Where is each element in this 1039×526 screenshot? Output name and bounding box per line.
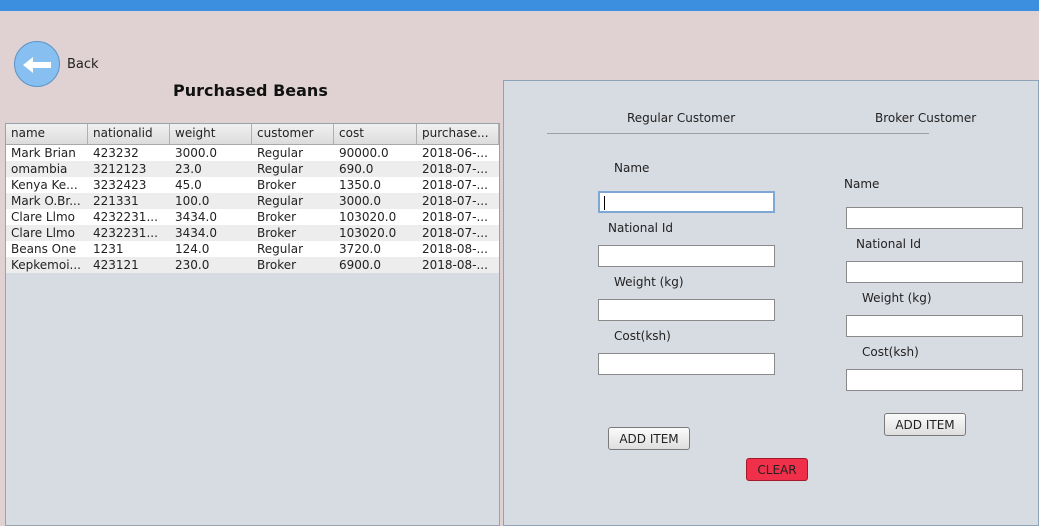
table-cell: 2018-07-...: [422, 178, 488, 192]
regular-cost-input[interactable]: [598, 353, 775, 375]
table-cell: 3000.0: [175, 146, 217, 160]
table-row[interactable]: Clare Llmo 4232231... 3434.0 Broker 103020.0…: [6, 209, 499, 225]
table-cell: 124.0: [175, 242, 210, 256]
table-cell: 690.0: [339, 162, 374, 176]
table-header: name nationalid weight customer cost pur…: [6, 124, 499, 145]
table-cell: 103020.0: [339, 226, 397, 240]
broker-name-label: Name: [844, 177, 880, 191]
broker-name-input[interactable]: [846, 207, 1023, 229]
table-cell: 2018-07-...: [422, 194, 488, 208]
add-purchase-panel: Regular Customer Broker Customer Name Na…: [503, 80, 1039, 526]
table-cell: Mark Brian: [11, 146, 76, 160]
column-header-weight[interactable]: weight: [170, 124, 252, 144]
arrow-left-icon: [23, 57, 51, 73]
table-row[interactable]: Mark Brian 423232 3000.0 Regular 90000.0 2018…: [6, 145, 499, 161]
regular-national-id-label: National Id: [608, 221, 673, 235]
table-cell: Mark O.Br...: [11, 194, 81, 208]
table-cell: 2018-07-...: [422, 162, 488, 176]
column-header-customer[interactable]: customer: [252, 124, 334, 144]
table-cell: 3434.0: [175, 210, 217, 224]
table-row[interactable]: Clare Llmo 4232231... 3434.0 Broker 103020.0…: [6, 225, 499, 241]
column-header-nationalid[interactable]: nationalid: [88, 124, 170, 144]
table-row[interactable]: Beans One 1231 124.0 Regular 3720.0 2018-08-.…: [6, 241, 499, 257]
table-cell: 3000.0: [339, 194, 381, 208]
table-cell: Regular: [257, 242, 304, 256]
purchased-beans-table[interactable]: name nationalid weight customer cost pur…: [5, 123, 500, 526]
table-cell: 45.0: [175, 178, 202, 192]
table-cell: Beans One: [11, 242, 77, 256]
table-cell: Regular: [257, 194, 304, 208]
broker-cost-input[interactable]: [846, 369, 1023, 391]
table-cell: omambia: [11, 162, 68, 176]
table-cell: Kepkemoi...: [11, 258, 81, 272]
table-cell: Broker: [257, 226, 297, 240]
regular-name-input[interactable]: [598, 191, 775, 213]
regular-national-id-input[interactable]: [598, 245, 775, 267]
broker-national-id-input[interactable]: [846, 261, 1023, 283]
table-cell: 2018-08-...: [422, 258, 488, 272]
table-cell: 2018-07-...: [422, 210, 488, 224]
table-row[interactable]: omambia 3212123 23.0 Regular 690.0 2018-07-..…: [6, 161, 499, 177]
table-cell: 3720.0: [339, 242, 381, 256]
table-cell: 2018-08-...: [422, 242, 488, 256]
table-cell: 6900.0: [339, 258, 381, 272]
table-cell: 23.0: [175, 162, 202, 176]
table-cell: 221331: [93, 194, 139, 208]
table-cell: 2018-07-...: [422, 226, 488, 240]
table-row[interactable]: Kenya Ke... 3232423 45.0 Broker 1350.0 2018-0…: [6, 177, 499, 193]
table-cell: Broker: [257, 258, 297, 272]
table-row[interactable]: Kepkemoi... 423121 230.0 Broker 6900.0 2018-0…: [6, 257, 499, 273]
table-row[interactable]: Mark O.Br... 221331 100.0 Regular 3000.0 2018…: [6, 193, 499, 209]
clear-button[interactable]: CLEAR: [746, 458, 808, 481]
regular-weight-label: Weight (kg): [614, 275, 684, 289]
broker-weight-input[interactable]: [846, 315, 1023, 337]
table-cell: 3212123: [93, 162, 147, 176]
table-cell: 1231: [93, 242, 124, 256]
table-cell: 4232231...: [93, 210, 158, 224]
table-cell: 423121: [93, 258, 139, 272]
regular-add-item-button[interactable]: ADD ITEM: [608, 427, 690, 450]
regular-name-label: Name: [614, 161, 650, 175]
broker-weight-label: Weight (kg): [862, 291, 932, 305]
regular-weight-input[interactable]: [598, 299, 775, 321]
table-cell: 90000.0: [339, 146, 389, 160]
table-cell: Broker: [257, 178, 297, 192]
table-cell: 3434.0: [175, 226, 217, 240]
table-cell: 2018-06-...: [422, 146, 488, 160]
regular-cost-label: Cost(ksh): [614, 329, 671, 343]
table-cell: 103020.0: [339, 210, 397, 224]
text-caret: [604, 196, 605, 210]
broker-national-id-label: National Id: [856, 237, 921, 251]
table-body: Mark Brian 423232 3000.0 Regular 90000.0 2018…: [6, 145, 499, 273]
table-cell: 3232423: [93, 178, 147, 192]
tab-regular-customer[interactable]: Regular Customer: [627, 111, 735, 125]
broker-add-item-button[interactable]: ADD ITEM: [884, 413, 966, 436]
broker-cost-label: Cost(ksh): [862, 345, 919, 359]
column-header-purchase-date[interactable]: purchase...: [417, 124, 499, 144]
table-cell: 4232231...: [93, 226, 158, 240]
tab-broker-customer[interactable]: Broker Customer: [875, 111, 976, 125]
back-button[interactable]: [14, 41, 60, 87]
table-cell: Clare Llmo: [11, 210, 75, 224]
table-cell: 423232: [93, 146, 139, 160]
column-header-name[interactable]: name: [6, 124, 88, 144]
table-cell: 230.0: [175, 258, 210, 272]
page-title: Purchased Beans: [173, 81, 328, 100]
back-label[interactable]: Back: [67, 57, 99, 72]
table-cell: Regular: [257, 146, 304, 160]
table-cell: Kenya Ke...: [11, 178, 78, 192]
table-cell: Broker: [257, 210, 297, 224]
table-cell: Regular: [257, 162, 304, 176]
table-cell: 100.0: [175, 194, 210, 208]
window-title-bar: [0, 0, 1039, 11]
table-cell: 1350.0: [339, 178, 381, 192]
column-header-cost[interactable]: cost: [334, 124, 417, 144]
table-cell: Clare Llmo: [11, 226, 75, 240]
tab-divider: [547, 133, 929, 134]
